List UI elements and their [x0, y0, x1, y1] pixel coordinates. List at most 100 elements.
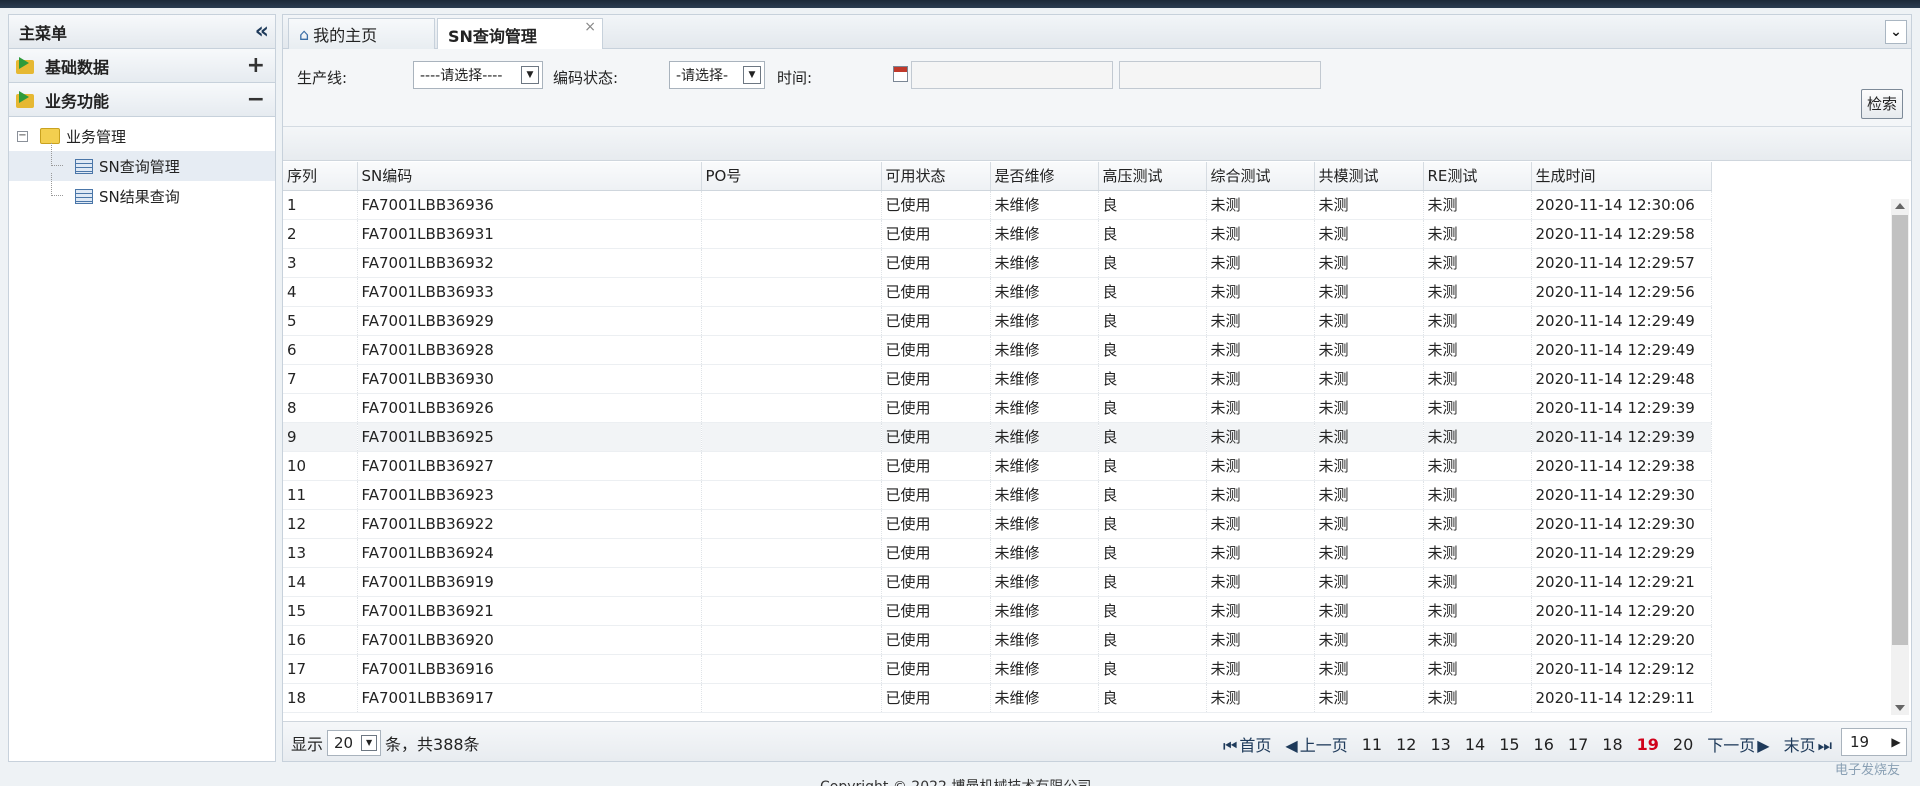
column-header[interactable]: 是否维修 [990, 162, 1099, 191]
sidebar-section-basic-data[interactable]: 基础数据 + [9, 49, 275, 83]
column-header[interactable]: 可用状态 [881, 162, 991, 191]
table-row[interactable]: 13 FA7001LBB36924 已使用 未维修良未测 未测 未测 2020-11-14 … [283, 538, 1712, 568]
table-cell: 未测 [1206, 567, 1315, 597]
table-cell: 未测 [1423, 335, 1532, 365]
table-cell: FA7001LBB36920 [357, 625, 702, 655]
tab-label: 我的主页 [313, 26, 378, 45]
first-page-link[interactable]: ⏮ 首页 [1223, 732, 1271, 756]
scroll-up-icon[interactable] [1895, 203, 1905, 209]
table-cell [701, 306, 882, 336]
collapse-minus-icon[interactable]: − [247, 88, 265, 111]
tab-home[interactable]: ⌂ 我的主页 [288, 18, 435, 49]
page-size-select[interactable]: 20 ▼ [327, 730, 382, 756]
page-number-link[interactable]: 20 [1673, 735, 1693, 754]
calendar-icon[interactable] [893, 66, 908, 82]
table-row[interactable]: 5 FA7001LBB36929 已使用 未维修良未测 未测 未测 2020-11-14 1… [283, 306, 1712, 336]
table-cell: 2020-11-14 12:29:39 [1531, 422, 1712, 452]
column-header[interactable]: RE测试 [1423, 162, 1532, 191]
tree-collapse-icon[interactable]: − [17, 130, 28, 142]
table-cell: 已使用 [881, 190, 991, 220]
section-label: 基础数据 [45, 57, 110, 77]
page-number-link[interactable]: 14 [1465, 735, 1485, 754]
table-row[interactable]: 16 FA7001LBB36920 已使用 未维修良未测 未测 未测 2020-11-14 … [283, 625, 1712, 655]
scroll-thumb[interactable] [1892, 215, 1908, 645]
table-cell: 良 [1098, 451, 1207, 481]
page-jump-input[interactable]: 19 ▶ [1841, 728, 1907, 756]
table-row[interactable]: 11 FA7001LBB36923 已使用 未维修良未测 未测 未测 2020-11-14 … [283, 480, 1712, 510]
folder-open-icon [40, 128, 60, 144]
column-header[interactable]: 综合测试 [1206, 162, 1315, 191]
table-row[interactable]: 7 FA7001LBB36930 已使用 未维修良未测 未测 未测 2020-11-14 1… [283, 364, 1712, 394]
close-icon[interactable]: × [584, 19, 596, 35]
page-number-link[interactable]: 11 [1362, 735, 1382, 754]
column-header[interactable]: 高压测试 [1098, 162, 1207, 191]
last-page-link[interactable]: 末页 ⏭ [1784, 732, 1832, 756]
column-header[interactable]: 共模测试 [1314, 162, 1424, 191]
chevron-down-icon[interactable]: ⌄ [1885, 20, 1907, 44]
table-row[interactable]: 10 FA7001LBB36927 已使用 未维修良未测 未测 未测 2020-11-14 … [283, 451, 1712, 481]
tree-item-sn-query[interactable]: SN查询管理 [9, 143, 275, 181]
table-cell: FA7001LBB36919 [357, 567, 702, 597]
table-cell [701, 451, 882, 481]
table-row[interactable]: 1 FA7001LBB36936 已使用 未维修良未测 未测 未测 2020-11-14 1… [283, 190, 1712, 220]
table-cell: 未测 [1206, 219, 1315, 249]
column-header[interactable]: 生成时间 [1531, 162, 1712, 191]
table-cell: 2020-11-14 12:30:06 [1531, 190, 1712, 220]
table-row[interactable]: 17 FA7001LBB36916 已使用 未维修良未测 未测 未测 2020-11-14 … [283, 654, 1712, 684]
table-cell: 良 [1098, 306, 1207, 336]
table-cell [701, 654, 882, 684]
start-date-input[interactable] [911, 61, 1113, 89]
table-cell: 未维修 [990, 683, 1099, 713]
table-cell: 未测 [1314, 567, 1424, 597]
column-header[interactable]: 序列 [283, 162, 358, 191]
table-cell: 16 [283, 625, 358, 655]
sidebar-section-business[interactable]: 业务功能 − [9, 83, 275, 117]
scroll-down-icon[interactable] [1895, 705, 1905, 711]
tree-node-business-management[interactable]: − 业务管理 [9, 121, 275, 151]
page-number-link[interactable]: 19 [1637, 735, 1659, 754]
end-date-input[interactable] [1119, 61, 1321, 89]
column-header[interactable]: SN编码 [357, 162, 702, 191]
table-row[interactable]: 2 FA7001LBB36931 已使用 未维修良未测 未测 未测 2020-11-14 1… [283, 219, 1712, 249]
table-cell: 未测 [1206, 509, 1315, 539]
vertical-scrollbar[interactable] [1891, 199, 1909, 715]
table-cell: FA7001LBB36924 [357, 538, 702, 568]
table-row[interactable]: 6 FA7001LBB36928 已使用 未维修良未测 未测 未测 2020-11-14 1… [283, 335, 1712, 365]
table-cell: 12 [283, 509, 358, 539]
table-row[interactable]: 14 FA7001LBB36919 已使用 未维修良未测 未测 未测 2020-11-14 … [283, 567, 1712, 597]
table-cell: 未测 [1423, 422, 1532, 452]
table-row[interactable]: 3 FA7001LBB36932 已使用 未维修良未测 未测 未测 2020-11-14 1… [283, 248, 1712, 278]
table-row[interactable]: 9 FA7001LBB36925 已使用 未维修良未测 未测 未测 2020-11-14 1… [283, 422, 1712, 452]
page-number-link[interactable]: 17 [1568, 735, 1588, 754]
collapse-double-chevron-icon[interactable]: « [255, 19, 269, 44]
tree-item-sn-result[interactable]: SN结果查询 [9, 173, 275, 211]
go-arrow-icon[interactable]: ▶ [1886, 729, 1906, 755]
table-row[interactable]: 12 FA7001LBB36922 已使用 未维修良未测 未测 未测 2020-11-14 … [283, 509, 1712, 539]
column-header[interactable]: PO号 [701, 162, 882, 191]
table-row[interactable]: 15 FA7001LBB36921 已使用 未维修良未测 未测 未测 2020-11-14 … [283, 596, 1712, 626]
table-cell: 良 [1098, 596, 1207, 626]
table-row[interactable]: 18 FA7001LBB36917 已使用 未维修良未测 未测 未测 2020-11-14 … [283, 683, 1712, 713]
page-number-link[interactable]: 12 [1396, 735, 1416, 754]
page-number-link[interactable]: 18 [1602, 735, 1622, 754]
expand-plus-icon[interactable]: + [247, 54, 265, 77]
next-page-link[interactable]: 下一页 ▶ [1707, 732, 1769, 756]
table-cell: 良 [1098, 219, 1207, 249]
table-cell: 未维修 [990, 190, 1099, 220]
search-button[interactable]: 检索 [1861, 89, 1903, 119]
filter-panel: 生产线: ----请选择---- ▼ 编码状态: -请选择- ▼ 时间: 检索 [283, 49, 1911, 127]
table-cell: 未维修 [990, 248, 1099, 278]
table-cell: 未测 [1206, 451, 1315, 481]
prev-page-link[interactable]: ◀ 上一页 [1285, 732, 1347, 756]
table-row[interactable]: 4 FA7001LBB36933 已使用 未维修良未测 未测 未测 2020-11-14 1… [283, 277, 1712, 307]
tab-sn-query[interactable]: SN查询管理 × [437, 18, 603, 50]
table-cell: FA7001LBB36921 [357, 596, 702, 626]
table-cell: 4 [283, 277, 358, 307]
code-status-select[interactable]: -请选择- ▼ [669, 61, 765, 89]
page-number-link[interactable]: 13 [1430, 735, 1450, 754]
production-line-select[interactable]: ----请选择---- ▼ [413, 61, 543, 89]
table-cell: 良 [1098, 509, 1207, 539]
page-number-link[interactable]: 16 [1534, 735, 1554, 754]
table-row[interactable]: 8 FA7001LBB36926 已使用 未维修良未测 未测 未测 2020-11-14 1… [283, 393, 1712, 423]
page-number-link[interactable]: 15 [1499, 735, 1519, 754]
